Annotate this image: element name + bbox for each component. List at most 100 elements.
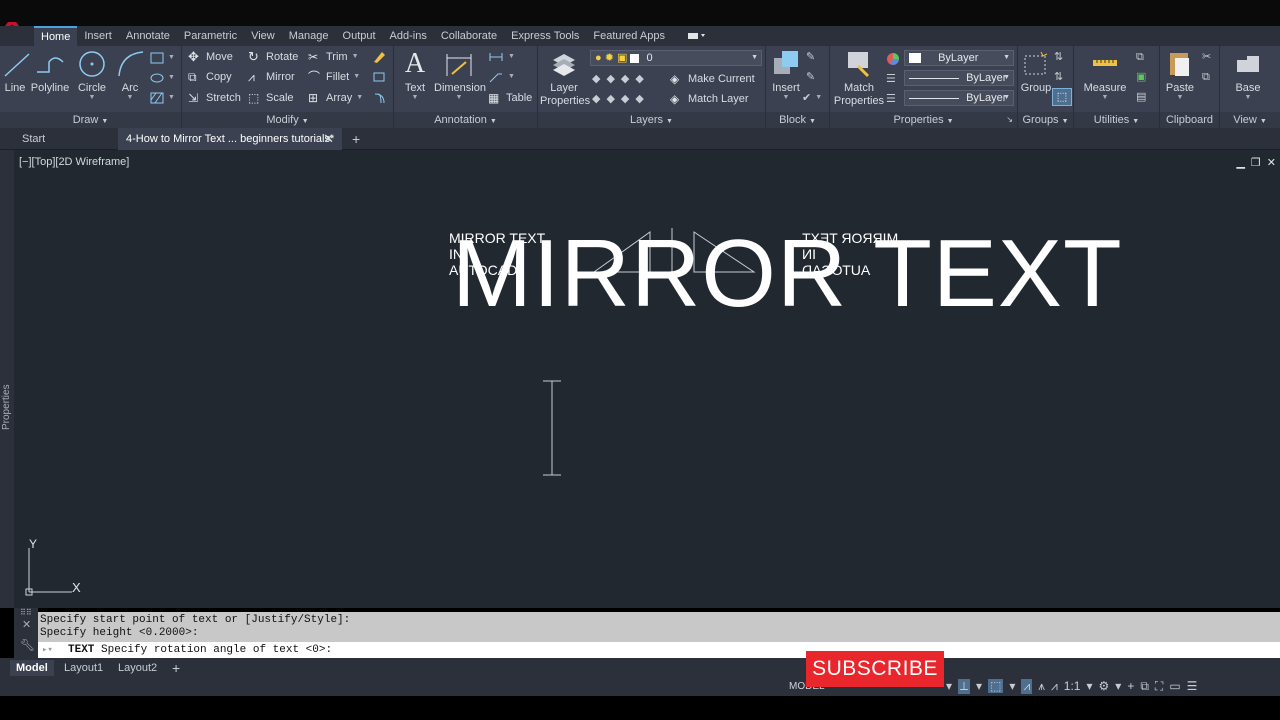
create-block-icon[interactable]: ✎ — [806, 48, 815, 66]
ellipse-icon[interactable]: ▼ — [150, 69, 175, 87]
restore-icon[interactable]: ❐ — [1251, 156, 1261, 169]
snap-dropdown-icon[interactable]: ▾ — [946, 679, 952, 693]
start-tab[interactable]: Start — [14, 128, 114, 150]
auto-scale-icon[interactable]: ⩘ — [1051, 679, 1058, 694]
viewport-controls[interactable]: [−][Top][2D Wireframe] — [19, 156, 129, 168]
arc-button[interactable]: Arc ▼ — [114, 48, 146, 101]
match-properties-button[interactable]: Match Properties — [832, 48, 886, 108]
fillet-button[interactable]: ⌒ Fillet ▼ — [308, 68, 360, 86]
rotate-button[interactable]: ↻ Rotate — [248, 48, 298, 66]
workspace-gear-icon[interactable]: ⚙ — [1099, 679, 1110, 693]
quick-select-icon[interactable]: ⧉ — [1136, 48, 1144, 66]
measure-button[interactable]: Measure ▼ — [1080, 48, 1130, 101]
select-all-icon[interactable]: ▣ — [1136, 68, 1146, 86]
leader-icon[interactable]: ▼ — [488, 68, 515, 86]
trim-button[interactable]: ✂ Trim ▼ — [308, 48, 359, 66]
circle-button[interactable]: Circle ▼ — [76, 48, 108, 101]
close-icon[interactable]: ✕ — [323, 128, 334, 150]
view-panel-title[interactable]: View ▼ — [1220, 112, 1280, 128]
tab-view[interactable]: View — [244, 26, 282, 46]
plus-icon[interactable]: + — [1127, 679, 1134, 693]
ungroup-icon[interactable]: ⇅ — [1054, 48, 1063, 66]
clean-screen-icon[interactable]: ▭ — [1169, 679, 1180, 693]
linetype-dropdown[interactable]: ByLayer ▼ — [904, 70, 1014, 86]
utilities-panel-title[interactable]: Utilities ▼ — [1074, 112, 1159, 128]
move-button[interactable]: ✥ Move — [188, 48, 233, 66]
tab-model[interactable]: Model — [10, 660, 54, 676]
annotation-scale-value[interactable]: 1:1 — [1064, 679, 1081, 693]
tab-parametric[interactable]: Parametric — [177, 26, 244, 46]
tab-add-ins[interactable]: Add-ins — [383, 26, 434, 46]
tab-annotate[interactable]: Annotate — [119, 26, 177, 46]
tab-insert[interactable]: Insert — [77, 26, 119, 46]
linear-dimension-icon[interactable]: ▼ — [488, 48, 515, 66]
tab-layout1[interactable]: Layout1 — [58, 660, 109, 676]
color-wheel-icon[interactable] — [886, 50, 900, 68]
drawing-canvas[interactable]: [−][Top][2D Wireframe] ▁ ❐ ✕ MIRROR TEXT… — [14, 150, 1280, 608]
copy-button[interactable]: ⧉ Copy — [188, 68, 232, 86]
tab-collaborate[interactable]: Collaborate — [434, 26, 504, 46]
stretch-button[interactable]: ⇲ Stretch — [188, 89, 241, 107]
customize-wrench-icon[interactable]: 🔧︎ — [20, 638, 35, 652]
base-button[interactable]: Base ▼ — [1228, 48, 1268, 101]
rectangle-icon[interactable]: ▼ — [150, 49, 175, 67]
tab-manage[interactable]: Manage — [282, 26, 336, 46]
erase-icon[interactable] — [372, 48, 386, 66]
scale-button[interactable]: ⬚ Scale — [248, 89, 294, 107]
tab-express-tools[interactable]: Express Tools — [504, 26, 586, 46]
polyline-button[interactable]: Polyline — [30, 48, 70, 94]
text-button[interactable]: A Text ▼ — [400, 48, 430, 101]
ribbon-options-icon[interactable] — [687, 31, 708, 41]
group-edit-icon[interactable]: ⇅ — [1054, 68, 1063, 86]
add-layout-button[interactable]: + — [166, 660, 186, 676]
tab-output[interactable]: Output — [336, 26, 383, 46]
isolate-objects-icon[interactable]: ⧉ — [1140, 679, 1149, 694]
array-button[interactable]: ⊞ Array ▼ — [308, 89, 363, 107]
line-button[interactable]: Line — [2, 48, 30, 94]
tab-featured-apps[interactable]: Featured Apps — [586, 26, 672, 46]
annotation-panel-title[interactable]: Annotation ▼ — [394, 112, 537, 128]
customization-menu-icon[interactable]: ☰ — [1187, 679, 1198, 693]
selection-cycling-icon[interactable]: ⬚ — [988, 679, 1004, 693]
copy-clip-icon[interactable]: ⧉ — [1202, 68, 1210, 86]
block-attributes-icon[interactable]: ✔ ▼ — [802, 89, 822, 107]
make-current-button[interactable]: ◈ Make Current — [670, 70, 755, 88]
hatch-icon[interactable]: ▼ — [150, 89, 175, 107]
insert-button[interactable]: Insert ▼ — [768, 48, 804, 101]
workspace-dropdown-icon[interactable]: ▾ — [1115, 679, 1121, 693]
scale-dropdown-icon[interactable]: ▾ — [1086, 679, 1092, 693]
draw-panel-title[interactable]: Draw ▼ — [0, 112, 181, 128]
groups-panel-title[interactable]: Groups ▼ — [1018, 112, 1073, 128]
properties-palette-tab[interactable]: Properties — [1, 380, 13, 430]
color-dropdown[interactable]: ByLayer ▼ — [904, 50, 1014, 66]
lineweight-icon[interactable]: ☰ — [886, 90, 896, 108]
layer-properties-button[interactable]: Layer Properties — [540, 48, 590, 108]
calculator-icon[interactable]: ▤ — [1136, 88, 1146, 106]
large-text-object[interactable]: MIRROR TEXT — [452, 222, 1123, 326]
cut-icon[interactable]: ✂ — [1202, 48, 1211, 66]
mirror-button[interactable]: ⩘ Mirror — [248, 68, 295, 86]
command-input[interactable]: ▸▾ TEXT Specify rotation angle of text <… — [38, 642, 1280, 658]
tab-home[interactable]: Home — [34, 26, 78, 46]
explode-icon[interactable] — [372, 68, 386, 86]
layer-tools-row2[interactable]: ◆◆◆◆ — [592, 90, 650, 108]
recent-commands-icon[interactable]: ▸▾ — [42, 642, 53, 658]
minimize-icon[interactable]: ▁ — [1236, 156, 1244, 169]
properties-panel-title[interactable]: Properties ▼ ↘ — [830, 112, 1017, 128]
layer-tools-row1[interactable]: ◆◆◆◆ — [592, 70, 650, 88]
osnap-dropdown-icon[interactable]: ▾ — [976, 679, 982, 693]
modify-panel-title[interactable]: Modify ▼ — [182, 112, 393, 128]
offset-icon[interactable] — [372, 89, 386, 107]
isometric-icon[interactable]: ⟂ — [958, 678, 971, 694]
clipboard-panel-title[interactable]: Clipboard — [1160, 112, 1219, 128]
grip-icon[interactable]: ⠿⠿ — [20, 608, 32, 617]
drawing-tab[interactable]: 4-How to Mirror Text ... beginners tutor… — [118, 128, 342, 150]
lineweight-dropdown[interactable]: ByLayer ▼ — [904, 90, 1014, 106]
hardware-acceleration-icon[interactable]: ⛶ — [1155, 679, 1163, 694]
close-command-icon[interactable]: ✕ — [22, 618, 31, 631]
group-button[interactable]: Group — [1020, 48, 1052, 94]
annotation-scale-icon[interactable]: ⩘ — [1021, 678, 1033, 694]
paste-button[interactable]: Paste ▼ — [1162, 48, 1198, 101]
layers-panel-title[interactable]: Layers ▼ — [538, 112, 765, 128]
table-button[interactable]: ▦ Table — [488, 89, 532, 107]
